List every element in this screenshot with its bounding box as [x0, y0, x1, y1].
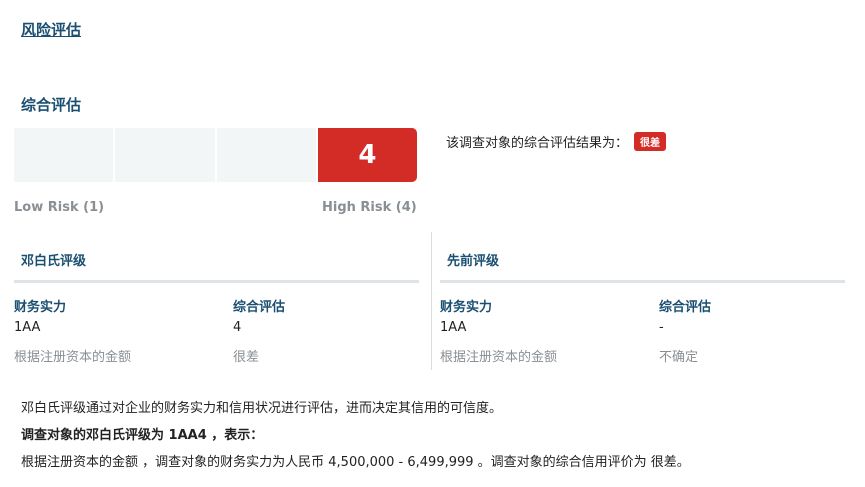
divider [440, 280, 845, 283]
result-label: 该调查对象的综合评估结果为： [446, 136, 629, 151]
dnb-rating-title: 邓白氏评级 [21, 254, 87, 269]
overall-assessment-header: 综合评估 [233, 300, 286, 315]
financial-strength-value: 1AA [440, 320, 467, 335]
risk-scale-segment-3 [216, 128, 316, 182]
financial-strength-note: 根据注册资本的金额 [14, 350, 132, 365]
financial-strength-note: 根据注册资本的金额 [440, 350, 558, 365]
overall-assessment-note: 不确定 [659, 350, 699, 365]
result-summary: 该调查对象的综合评估结果为： 很差 [446, 132, 667, 151]
financial-strength-value: 1AA [14, 320, 41, 335]
overall-assessment-header: 综合评估 [659, 300, 712, 315]
previous-rating-title: 先前评级 [447, 254, 500, 269]
previous-rating-panel: 先前评级 财务实力 综合评估 1AA - 根据注册资本的金额 不确定 [440, 232, 845, 372]
risk-scale-segment-2 [115, 128, 215, 182]
risk-assessment-link[interactable]: 风险评估 [21, 19, 81, 40]
rating-description: 邓白氏评级通过对企业的财务实力和信用状况进行评估，进而决定其信用的可信度。 [21, 401, 503, 416]
rating-explanation: 根据注册资本的金额 ，调查对象的财务实力为人民币 4,500,000 - 6,4… [21, 455, 690, 470]
section-title: 综合评估 [21, 96, 82, 114]
financial-strength-header: 财务实力 [440, 300, 493, 315]
low-risk-label: Low Risk (1) [14, 200, 105, 215]
dnb-rating-panel: 邓白氏评级 财务实力 综合评估 1AA 4 根据注册资本的金额 很差 [14, 232, 419, 372]
overall-assessment-value: 4 [233, 320, 242, 335]
overall-assessment-note: 很差 [233, 350, 260, 365]
rating-statement: 调查对象的邓白氏评级为 1AA4 ，表示： [21, 428, 264, 443]
financial-strength-header: 财务实力 [14, 300, 67, 315]
risk-scale: 4 [14, 128, 417, 182]
vertical-divider [431, 232, 432, 370]
status-badge: 很差 [634, 132, 667, 151]
risk-scale-segment-1 [14, 128, 114, 182]
divider [14, 280, 419, 283]
overall-assessment-value: - [659, 320, 664, 335]
risk-scale-segment-active: 4 [317, 128, 417, 182]
high-risk-label: High Risk (4) [322, 200, 417, 215]
